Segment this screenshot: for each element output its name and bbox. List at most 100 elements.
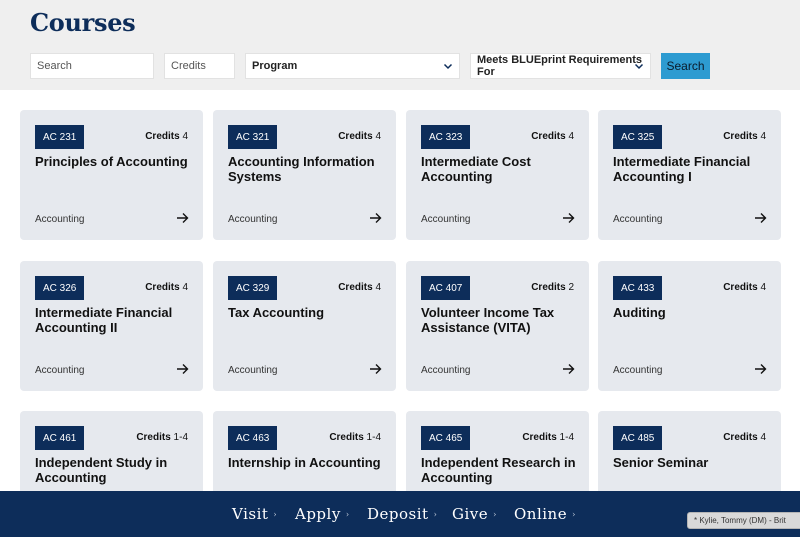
credits-value: 1-4	[559, 432, 574, 443]
caret-right-icon: ›	[273, 509, 278, 519]
arrow-right-icon[interactable]	[369, 212, 382, 224]
course-code-badge: AC 433	[613, 276, 663, 300]
nav-apply[interactable]: Apply ›	[295, 491, 350, 537]
search-button[interactable]: Search	[661, 53, 710, 79]
course-program: Accounting	[613, 365, 663, 376]
credits-value: 1-4	[173, 432, 188, 443]
course-code-badge: AC 231	[35, 125, 85, 149]
course-credits: Credits 4	[723, 131, 766, 142]
course-code-badge: AC 323	[421, 125, 471, 149]
credits-label: Credits	[522, 432, 557, 443]
credits-label: Credits	[723, 131, 758, 142]
chevron-down-icon	[634, 63, 644, 70]
credits-value: 4	[760, 432, 766, 443]
course-program: Accounting	[228, 365, 278, 376]
credits-label: Credits	[145, 131, 180, 142]
program-select-label: Program	[252, 60, 298, 72]
nav-deposit-label: Deposit	[367, 505, 429, 523]
blueprint-select[interactable]: Meets BLUEprint Requirements For	[470, 53, 651, 79]
course-code-badge: AC 485	[613, 426, 663, 450]
course-code-badge: AC 326	[35, 276, 85, 300]
chevron-down-icon	[443, 63, 453, 70]
course-program: Accounting	[613, 214, 663, 225]
course-credits: Credits 4	[338, 131, 381, 142]
arrow-right-icon[interactable]	[176, 212, 189, 224]
course-title: Independent Research in Accounting	[421, 455, 576, 485]
course-credits: Credits 4	[531, 131, 574, 142]
filter-header: Courses Program Meets BLUEprint Requirem…	[0, 0, 800, 90]
course-credits: Credits 1-4	[522, 432, 574, 443]
course-title: Internship in Accounting	[228, 455, 381, 470]
credits-value: 1-4	[366, 432, 381, 443]
credits-value: 2	[568, 282, 574, 293]
course-title: Principles of Accounting	[35, 154, 188, 169]
credits-label: Credits	[723, 282, 758, 293]
caret-right-icon: ›	[493, 509, 497, 519]
nav-give[interactable]: Give ›	[452, 491, 497, 537]
caret-right-icon: ›	[433, 509, 438, 519]
search-input[interactable]	[30, 53, 154, 79]
caret-right-icon: ›	[572, 509, 576, 519]
arrow-right-icon[interactable]	[562, 212, 575, 224]
footer-nav: Visit › Apply › Deposit › Give › Online ›	[0, 491, 800, 537]
course-title: Intermediate Financial Accounting II	[35, 305, 173, 335]
notification-toast[interactable]: * Kylie, Tommy (DM) - Brit	[687, 512, 800, 529]
course-card[interactable]: AC 325 Credits 4 Intermediate Financial Ac…	[598, 110, 781, 240]
nav-apply-label: Apply	[295, 505, 341, 523]
credits-value: 4	[760, 131, 766, 142]
arrow-right-icon[interactable]	[562, 363, 575, 375]
nav-visit-label: Visit	[232, 505, 269, 523]
course-credits: Credits 4	[145, 282, 188, 293]
course-credits: Credits 4	[145, 131, 188, 142]
credits-value: 4	[760, 282, 766, 293]
course-card[interactable]: AC 231 Credits 4 Principles of Accounting A…	[20, 110, 203, 240]
credits-label: Credits	[723, 432, 758, 443]
credits-label: Credits	[136, 432, 171, 443]
nav-visit[interactable]: Visit ›	[232, 491, 277, 537]
course-credits: Credits 4	[723, 432, 766, 443]
arrow-right-icon[interactable]	[754, 212, 767, 224]
course-credits: Credits 2	[531, 282, 574, 293]
course-title: Accounting Information Systems	[228, 154, 375, 184]
course-code-badge: AC 407	[421, 276, 471, 300]
blueprint-select-label: Meets BLUEprint Requirements For	[477, 54, 643, 78]
credits-label: Credits	[531, 282, 566, 293]
course-card[interactable]: AC 407 Credits 2 Volunteer Income Tax Assi…	[406, 261, 589, 391]
course-card[interactable]: AC 321 Credits 4 Accounting Information Sy…	[213, 110, 396, 240]
page-title: Courses	[30, 8, 136, 37]
course-program: Accounting	[35, 214, 85, 225]
course-card[interactable]: AC 326 Credits 4 Intermediate Financial Ac…	[20, 261, 203, 391]
course-program: Accounting	[421, 214, 471, 225]
credits-label: Credits	[531, 131, 566, 142]
course-title: Volunteer Income Tax Assistance (VITA)	[421, 305, 555, 335]
nav-give-label: Give	[452, 505, 489, 523]
course-program: Accounting	[35, 365, 85, 376]
course-title: Independent Study in Accounting	[35, 455, 168, 485]
course-program: Accounting	[421, 365, 471, 376]
course-code-badge: AC 461	[35, 426, 85, 450]
course-code-badge: AC 329	[228, 276, 278, 300]
nav-online-label: Online	[514, 505, 568, 523]
course-card[interactable]: AC 329 Credits 4 Tax Accounting Accounting	[213, 261, 396, 391]
course-code-badge: AC 463	[228, 426, 278, 450]
course-title: Senior Seminar	[613, 455, 709, 470]
course-code-badge: AC 465	[421, 426, 471, 450]
credits-label: Credits	[338, 131, 373, 142]
arrow-right-icon[interactable]	[176, 363, 189, 375]
nav-deposit[interactable]: Deposit ›	[367, 491, 437, 537]
course-program: Accounting	[228, 214, 278, 225]
course-card[interactable]: AC 433 Credits 4 Auditing Accounting	[598, 261, 781, 391]
nav-online[interactable]: Online ›	[514, 491, 576, 537]
caret-right-icon: ›	[345, 509, 350, 519]
course-title: Auditing	[613, 305, 666, 320]
credits-value: 4	[568, 131, 574, 142]
program-select[interactable]: Program	[245, 53, 460, 79]
course-card[interactable]: AC 323 Credits 4 Intermediate Cost Account…	[406, 110, 589, 240]
arrow-right-icon[interactable]	[754, 363, 767, 375]
credits-value: 4	[375, 282, 381, 293]
arrow-right-icon[interactable]	[369, 363, 382, 375]
course-title: Intermediate Financial Accounting I	[613, 154, 751, 184]
course-title: Intermediate Cost Accounting	[421, 154, 531, 184]
course-code-badge: AC 321	[228, 125, 278, 149]
credits-input[interactable]	[164, 53, 235, 79]
